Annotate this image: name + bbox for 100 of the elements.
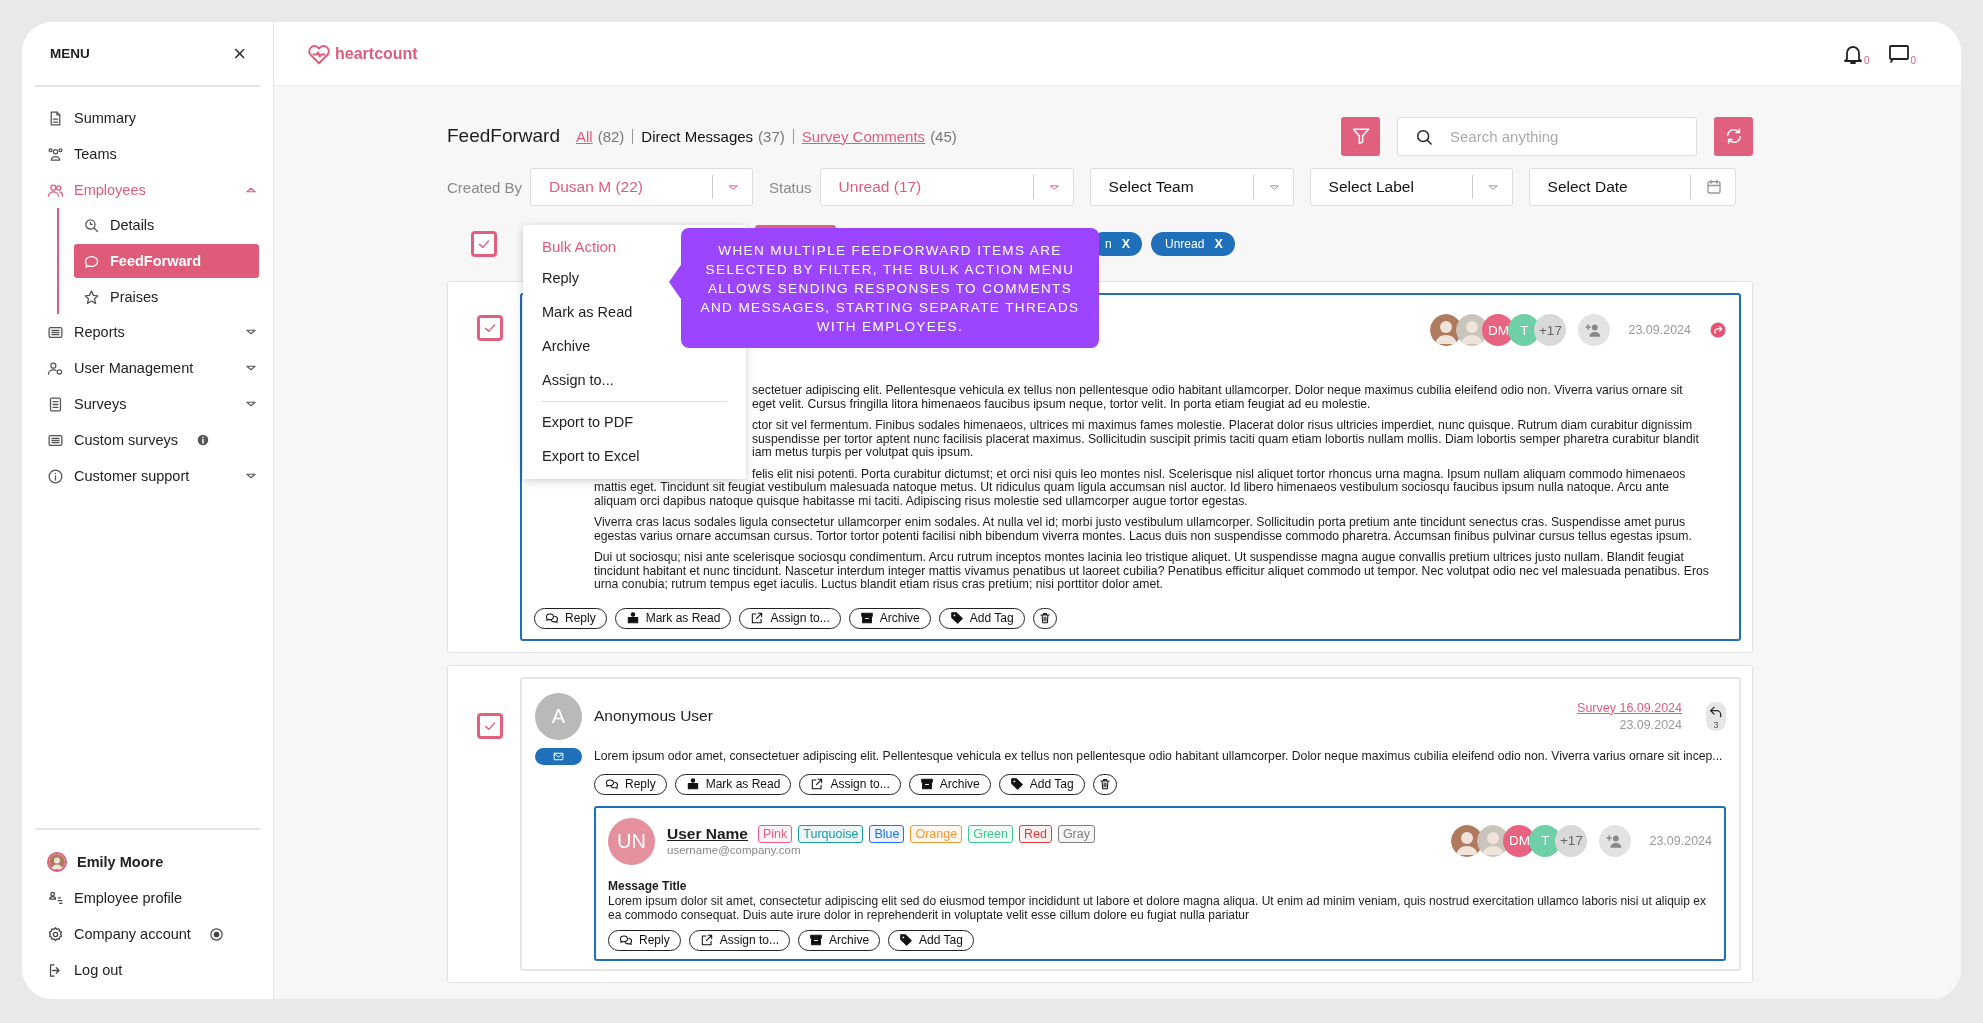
tag: Orange <box>910 824 963 843</box>
messages-button[interactable]: 0 <box>1887 41 1916 66</box>
page-title: FeedForward <box>447 125 560 147</box>
account-link[interactable]: Company account <box>35 916 260 952</box>
nav-item[interactable]: Customer support <box>22 458 273 494</box>
tag: Green <box>968 824 1013 843</box>
replies-button[interactable]: 3 <box>1706 701 1726 731</box>
nav-item[interactable]: Surveys <box>22 386 273 422</box>
share-icon <box>810 777 825 791</box>
nav-item[interactable]: Praises <box>74 280 259 314</box>
filter-button[interactable] <box>1341 116 1380 156</box>
filter-label: Status <box>769 178 812 196</box>
avatar <box>47 852 67 872</box>
menu-item[interactable]: Assign to... <box>523 363 746 397</box>
account-link[interactable]: Employee profile <box>35 880 260 916</box>
nav-item[interactable]: Summary <box>22 100 273 136</box>
archive-button[interactable]: Archive <box>798 929 881 951</box>
add-tag-button[interactable]: Add Tag <box>938 607 1025 629</box>
info-icon <box>47 467 64 485</box>
box-icon <box>685 777 700 791</box>
paragraph: sectetuer adipiscing elit. Pellentesque vehicula ex tellus non pellentesque odio habitant ullamcorper. Dolor neque maximus cubilia eleifend odio non. Viverra varius ornare sit eget velit. Cursus fringilla litora himenaeos faucibus ipsum neque, tortor velit. In porta etiam feugiat ad eu molestie. <box>752 384 1684 411</box>
dropdown[interactable]: Select Label <box>1309 168 1513 206</box>
paragraph: Dui ut sociosqu; nisi ante scelerisque sociosqu condimentum. Arcu rutrum inceptos montes lacinia leo tristique aliquet. Ut suspendisse magna augue convallis pretium ultrices justo nullam. Blandit feugiat tincidunt habitant et nunc tincidunt. Nascetur interdum integer mattis vivamus penatibus ut laoreet cubilia? Penatibus efficitur aliquet commodo ut tempor. Nec volutpat odio nec vel malesuada penatibus. Eros urna conubia; rutrum tempus eget iaculis. Luctus blandit etiam risus cras pretium; nisi porttitor dolor amet. <box>594 551 1710 592</box>
archive-button[interactable]: Archive <box>848 607 931 629</box>
tag: Red <box>1018 824 1052 843</box>
menu-item[interactable]: Export to PDF <box>523 405 746 439</box>
close-button[interactable]: × <box>233 40 246 67</box>
speech-bubbles-icon <box>545 611 559 625</box>
paragraph: Viverra cras lacus sodales ligula consectetur ullamcorper enim sodales. At nulla vel id; morbi justo vestibulum ullamcorper. Sollicitudin porta pretium ante tincidunt senectus cras. Suspendisse amet purus egestas varius ornare accumsan cursus. Tortor tortor potenti facilisi nibh bibendum viverra montes. Lacus duis non suspendisse commodo pharetra. Accumsan finibus pulvinar cursus tellus egestas ipsum. <box>594 516 1693 543</box>
tab-count: (82) <box>597 127 625 145</box>
dropdown[interactable]: Unread (17) <box>819 168 1074 206</box>
people-icon <box>47 889 64 907</box>
notifications-button[interactable]: 0 <box>1840 41 1870 66</box>
tab-count: (37) <box>758 127 785 145</box>
assign-button[interactable]: Assign to... <box>688 929 791 951</box>
tag: Pink <box>758 824 793 843</box>
checkbox[interactable] <box>471 231 497 257</box>
archive-button[interactable]: Archive <box>908 773 991 795</box>
share-icon <box>1709 321 1727 339</box>
archive-icon <box>809 933 824 947</box>
checkbox[interactable] <box>476 315 503 341</box>
filter-chip[interactable]: Unread X <box>1151 232 1235 256</box>
message-body: Lorem ipsum dolor sit amet, consectetur adipiscing elit sed do eiusmod tempor incididunt ut labore et dolore magna aliqua. Ut enim ad minim veniam, quis nostrud exercitation ullamco laboris nisi ut aliquip ex ea commodo consequat. Duis aute irure dolor in reprehenderit in voluptate velit esse cillum dolore eu fugiat nulla pariatur <box>608 893 1707 922</box>
reply-button[interactable]: Reply <box>594 773 667 795</box>
nav-item[interactable]: Reports <box>22 314 273 350</box>
menu-title: Bulk Action <box>541 236 618 257</box>
trash-icon <box>1097 777 1112 791</box>
add-tag-button[interactable]: Add Tag <box>998 773 1085 795</box>
share-icon <box>750 611 765 625</box>
avatar-count: +17 <box>1534 314 1567 346</box>
tab[interactable]: Direct Messages <box>641 127 754 145</box>
add-user-button[interactable] <box>1599 824 1632 857</box>
people-icon <box>47 145 64 163</box>
delete-button[interactable] <box>1092 773 1117 795</box>
delete-button[interactable] <box>1032 607 1057 629</box>
assign-button[interactable]: Assign to... <box>739 607 841 629</box>
nav-item[interactable]: User Management <box>22 350 273 386</box>
reply-button[interactable]: Reply <box>608 929 681 951</box>
archive-icon <box>859 611 874 625</box>
archive-icon <box>919 777 934 791</box>
date-picker[interactable]: Select Date <box>1528 168 1736 206</box>
date: 23.09.2024 <box>1628 323 1691 337</box>
reply-button[interactable]: Reply <box>534 607 607 629</box>
speech-bubbles-icon <box>619 933 633 947</box>
tag: Turquoise <box>798 824 864 843</box>
nav-item[interactable]: FeedForward <box>74 244 259 278</box>
checklist-icon <box>47 395 64 413</box>
paragraph: ctor sit vel fermentum. Finibus sodales himenaeos, ultrices mi maximus fames molestie. Placerat dolor risus ultricies imperdiet, nunc quisque. Rutrum diam curabitur dignissim suspendisse per tortor aptent nunc facilisis placerat maximus. Sollicitudin suscipit primis taciti quam etiam lobortis nullam mollis. Diam lobortis semper pharetra curabitur blandit iam metus turpis per volutpat quis ipsum. <box>752 419 1700 460</box>
refresh-button[interactable] <box>1714 116 1753 156</box>
nav-item[interactable]: Custom surveys <box>22 422 273 458</box>
account-link[interactable]: Log out <box>35 952 260 988</box>
search-icon <box>83 216 100 234</box>
logo-text: heartcount <box>335 44 418 63</box>
tag-icon <box>899 933 914 947</box>
menu-title: MENU <box>50 46 90 61</box>
tag-icon <box>949 611 964 625</box>
mark-read-button[interactable]: Mark as Read <box>614 607 732 629</box>
box-icon <box>625 611 640 625</box>
author-name: Anonymous User <box>594 707 714 725</box>
star-icon <box>83 288 100 306</box>
nav-item[interactable]: Teams <box>22 136 273 172</box>
checkbox[interactable] <box>476 712 503 739</box>
user-name[interactable]: User Name <box>667 824 748 843</box>
tooltip: WHEN MULTIPLE FEEDFORWARD ITEMS ARE SELECTED BY FILTER, THE BULK ACTION MENU ALLOWS SENDING RESPONSES TO COMMENTS AND MESSAGES, STARTING SEPARATE THREADS WITH EMPLOYEES. <box>681 228 1099 348</box>
filter-icon <box>1350 126 1371 146</box>
assign-button[interactable]: Assign to... <box>799 773 901 795</box>
avatar: A <box>535 692 582 740</box>
add-user-button[interactable] <box>1578 314 1611 346</box>
nav-item[interactable]: Employees <box>22 172 273 208</box>
share-icon <box>699 933 714 947</box>
survey-link[interactable]: Survey 16.09.2024 <box>1577 700 1682 715</box>
nav-item[interactable]: Details <box>74 208 259 242</box>
settings-icon <box>47 925 64 943</box>
add-tag-button[interactable]: Add Tag <box>888 929 974 951</box>
filter-label: Created By <box>447 178 523 196</box>
radio-icon <box>208 926 224 942</box>
dropdown[interactable]: Dusan M (22) <box>530 168 754 206</box>
dropdown[interactable]: Select Team <box>1089 168 1294 206</box>
search-field[interactable]: Search anything <box>1397 116 1697 156</box>
mark-read-button[interactable]: Mark as Read <box>674 773 792 795</box>
